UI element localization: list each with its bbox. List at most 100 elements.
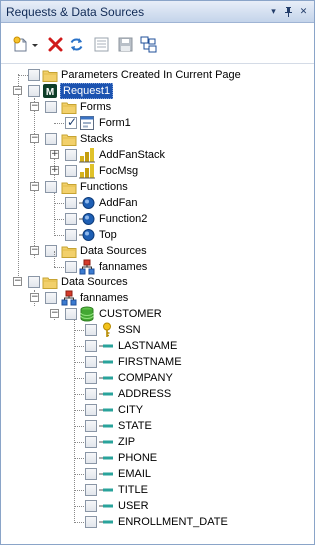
forms-checkbox[interactable] bbox=[45, 101, 57, 113]
stacks-checkbox[interactable] bbox=[45, 133, 57, 145]
field-checkbox[interactable] bbox=[85, 404, 97, 416]
field-checkbox[interactable] bbox=[85, 340, 97, 352]
field-icon bbox=[99, 370, 115, 386]
collapse-toggle[interactable]: − bbox=[13, 86, 22, 95]
tree-node-field[interactable]: FIRSTNAME bbox=[1, 354, 314, 370]
function-item-checkbox[interactable] bbox=[65, 229, 77, 241]
field-checkbox[interactable] bbox=[85, 436, 97, 448]
tree-label: TITLE bbox=[118, 484, 148, 496]
tree-node-field[interactable]: COMPANY bbox=[1, 370, 314, 386]
collapse-toggle[interactable]: − bbox=[30, 293, 39, 302]
parameters-checkbox[interactable] bbox=[28, 69, 40, 81]
field-checkbox[interactable] bbox=[85, 516, 97, 528]
tree-label: Request1 bbox=[60, 83, 114, 99]
field-icon bbox=[99, 418, 115, 434]
field-checkbox[interactable] bbox=[85, 500, 97, 512]
tree-node-field[interactable]: ADDRESS bbox=[1, 386, 314, 402]
tree-node-request-datasource-item[interactable]: fannames bbox=[1, 251, 314, 275]
field-checkbox[interactable] bbox=[85, 388, 97, 400]
tree-label: CITY bbox=[118, 404, 144, 416]
tree-node-field[interactable]: ENROLLMENT_DATE bbox=[1, 514, 314, 530]
folder-icon bbox=[61, 179, 77, 195]
save-icon[interactable] bbox=[117, 36, 134, 53]
field-checkbox[interactable] bbox=[85, 356, 97, 368]
collapse-toggle[interactable]: − bbox=[30, 134, 39, 143]
tree-node-request-data-sources[interactable]: − Data Sources bbox=[1, 243, 314, 259]
collapse-toggle[interactable]: − bbox=[13, 277, 22, 286]
tree-label: CUSTOMER bbox=[99, 308, 162, 320]
tree-node-stacks[interactable]: − Stacks bbox=[1, 131, 314, 147]
panel-menu-button[interactable]: ▾ bbox=[267, 5, 280, 18]
tree-node-segment[interactable]: − CUSTOMER bbox=[1, 306, 314, 322]
new-item-icon[interactable] bbox=[12, 36, 29, 53]
tree-node-data-sources[interactable]: − Data Sources bbox=[1, 274, 314, 290]
collapse-toggle[interactable]: − bbox=[50, 309, 59, 318]
request-data-sources-checkbox[interactable] bbox=[45, 245, 57, 257]
expand-toggle[interactable]: + bbox=[50, 166, 59, 175]
expand-toggle[interactable]: + bbox=[50, 150, 59, 159]
tree-node-field[interactable]: ZIP bbox=[1, 434, 314, 450]
tree-label: FocMsg bbox=[99, 165, 139, 177]
form1-checkbox[interactable] bbox=[65, 115, 77, 129]
field-icon bbox=[99, 498, 115, 514]
tree-node-function-item[interactable]: Function2 bbox=[1, 211, 314, 227]
segment-checkbox[interactable] bbox=[65, 308, 77, 320]
datasource-checkbox[interactable] bbox=[45, 292, 57, 304]
field-checkbox[interactable] bbox=[85, 452, 97, 464]
field-checkbox[interactable] bbox=[85, 372, 97, 384]
collapse-toggle[interactable]: − bbox=[30, 246, 39, 255]
tree-node-form1[interactable]: Form1 bbox=[1, 115, 314, 131]
tree-node-functions[interactable]: − Functions bbox=[1, 179, 314, 195]
request1-checkbox[interactable] bbox=[28, 85, 40, 97]
stack-item-checkbox[interactable] bbox=[65, 165, 77, 177]
folder-icon bbox=[61, 243, 77, 259]
functions-checkbox[interactable] bbox=[45, 181, 57, 193]
tree-node-field[interactable]: LASTNAME bbox=[1, 338, 314, 354]
key-icon bbox=[99, 322, 115, 338]
properties-icon[interactable] bbox=[93, 36, 110, 53]
tree-node-forms[interactable]: − Forms bbox=[1, 99, 314, 115]
field-icon bbox=[99, 466, 115, 482]
field-checkbox[interactable] bbox=[85, 484, 97, 496]
field-checkbox[interactable] bbox=[85, 420, 97, 432]
collapse-toggle[interactable]: − bbox=[30, 102, 39, 111]
refresh-icon[interactable] bbox=[68, 36, 85, 53]
tree-node-field[interactable]: USER bbox=[1, 498, 314, 514]
tree-node-datasource-item[interactable]: − fannames bbox=[1, 290, 314, 306]
tree-node-field[interactable]: EMAIL bbox=[1, 466, 314, 482]
tree-label: ADDRESS bbox=[118, 388, 172, 400]
tree-node-field[interactable]: CITY bbox=[1, 402, 314, 418]
tree-node-parameters[interactable]: Parameters Created In Current Page bbox=[1, 67, 314, 83]
folder-icon bbox=[61, 99, 77, 115]
collapse-toggle[interactable]: − bbox=[30, 182, 39, 191]
tree-node-stack-item[interactable]: + FocMsg bbox=[1, 163, 314, 179]
structure-icon[interactable] bbox=[140, 36, 157, 53]
function-item-checkbox[interactable] bbox=[65, 197, 77, 209]
field-checkbox[interactable] bbox=[85, 468, 97, 480]
function-item-checkbox[interactable] bbox=[65, 213, 77, 225]
tree-label: EMAIL bbox=[118, 468, 152, 480]
tree-label: Top bbox=[99, 229, 117, 241]
stack-item-checkbox[interactable] bbox=[65, 149, 77, 161]
tree-node-function-item[interactable]: Top bbox=[1, 227, 314, 243]
tree-node-function-item[interactable]: AddFan bbox=[1, 195, 314, 211]
tree-node-stack-item[interactable]: + AddFanStack bbox=[1, 147, 314, 163]
tree-node-field[interactable]: TITLE bbox=[1, 482, 314, 498]
field-checkbox[interactable] bbox=[85, 324, 97, 336]
field-icon bbox=[99, 354, 115, 370]
delete-icon[interactable] bbox=[47, 36, 64, 53]
tree-label: ZIP bbox=[118, 436, 136, 448]
tree-label: ENROLLMENT_DATE bbox=[118, 516, 228, 528]
tree-label: PHONE bbox=[118, 452, 158, 464]
tree-label: SSN bbox=[118, 324, 141, 336]
tree-node-field[interactable]: SSN bbox=[1, 322, 314, 338]
pin-icon[interactable] bbox=[282, 5, 295, 18]
tree-node-request1[interactable]: − M Request1 bbox=[1, 83, 314, 99]
dropdown-arrow-icon[interactable] bbox=[31, 36, 40, 53]
folder-icon bbox=[61, 131, 77, 147]
tree-node-field[interactable]: STATE bbox=[1, 418, 314, 434]
tree-node-field[interactable]: PHONE bbox=[1, 450, 314, 466]
data-sources-checkbox[interactable] bbox=[28, 276, 40, 288]
datasource-item-checkbox[interactable] bbox=[65, 261, 77, 273]
close-panel-button[interactable]: ✕ bbox=[297, 5, 310, 18]
